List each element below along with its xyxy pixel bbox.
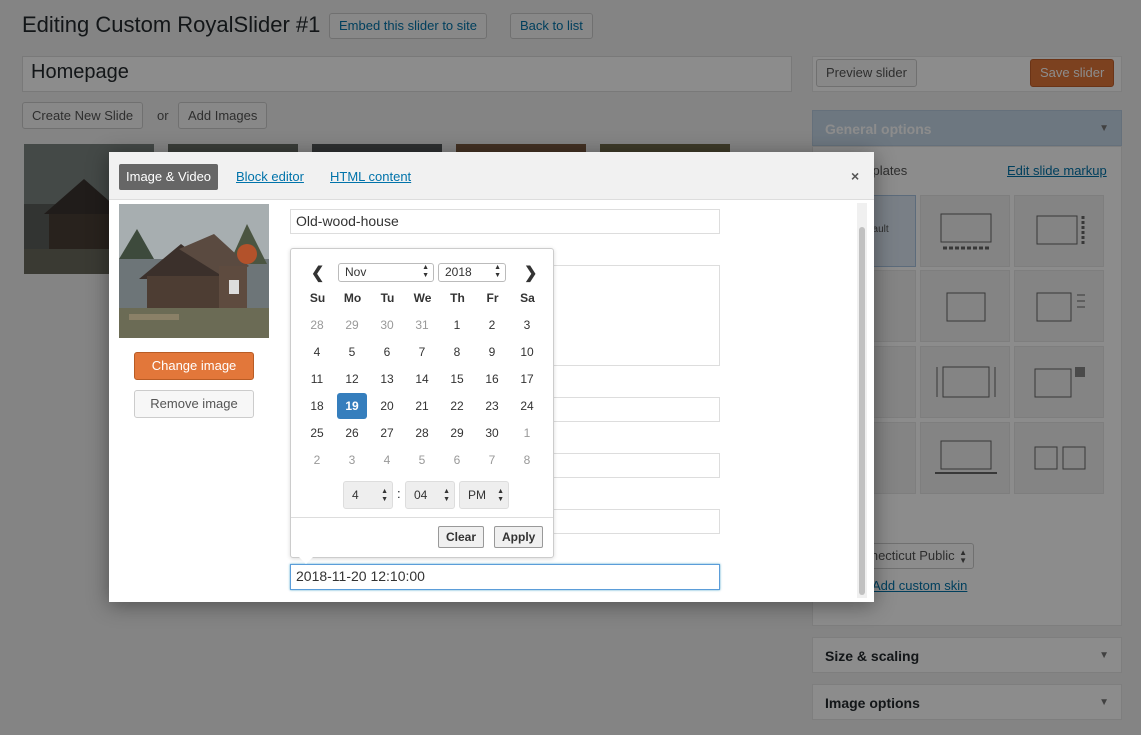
day-cell[interactable]: 17: [512, 366, 542, 392]
select-arrows-icon: ▲ ▼: [497, 488, 504, 503]
day-cell[interactable]: 4: [302, 339, 332, 365]
day-cell[interactable]: 28: [302, 312, 332, 338]
year-select-value: 2018: [445, 265, 472, 279]
slide-image-preview: [119, 204, 269, 338]
clear-button[interactable]: Clear: [438, 526, 485, 548]
day-cell-selected[interactable]: 19: [337, 393, 367, 419]
day-cell[interactable]: 25: [302, 420, 332, 446]
select-arrows-icon: ▲ ▼: [494, 264, 501, 279]
tab-block-editor[interactable]: Block editor: [236, 164, 304, 190]
minute-select[interactable]: 04 ▲ ▼: [405, 481, 455, 509]
month-select[interactable]: Nov ▲ ▼: [338, 263, 434, 282]
slide-title-input[interactable]: Old-wood-house: [290, 209, 720, 234]
weekday-label: We: [413, 291, 432, 305]
day-cell[interactable]: 15: [442, 366, 472, 392]
day-cell[interactable]: 9: [477, 339, 507, 365]
ampm-select-value: PM: [468, 488, 486, 502]
weekday-label: Sa: [520, 291, 535, 305]
day-cell[interactable]: 28: [407, 420, 437, 446]
day-cell[interactable]: 24: [512, 393, 542, 419]
hour-select-value: 4: [352, 488, 359, 502]
day-cell[interactable]: 5: [337, 339, 367, 365]
day-cell[interactable]: 6: [442, 447, 472, 473]
next-month-icon[interactable]: ❯: [524, 263, 537, 283]
day-cell[interactable]: 6: [372, 339, 402, 365]
day-cell[interactable]: 8: [512, 447, 542, 473]
day-cell[interactable]: 10: [512, 339, 542, 365]
day-cell[interactable]: 3: [337, 447, 367, 473]
month-select-value: Nov: [345, 265, 367, 279]
select-arrows-icon: ▲ ▼: [381, 488, 388, 503]
day-cell[interactable]: 12: [337, 366, 367, 392]
time-separator: :: [397, 486, 401, 501]
day-cell[interactable]: 1: [442, 312, 472, 338]
weekday-label: Tu: [380, 291, 395, 305]
modal-tab-bar: Image & Video Block editor HTML content …: [109, 152, 874, 200]
day-cell[interactable]: 8: [442, 339, 472, 365]
day-cell[interactable]: 22: [442, 393, 472, 419]
day-cell[interactable]: 23: [477, 393, 507, 419]
day-cell[interactable]: 4: [372, 447, 402, 473]
day-cell[interactable]: 5: [407, 447, 437, 473]
day-cell[interactable]: 2: [302, 447, 332, 473]
day-cell[interactable]: 21: [407, 393, 437, 419]
day-cell[interactable]: 27: [372, 420, 402, 446]
hour-select[interactable]: 4 ▲ ▼: [343, 481, 393, 509]
remove-image-button[interactable]: Remove image: [134, 390, 254, 418]
ampm-select[interactable]: PM ▲ ▼: [459, 481, 509, 509]
year-select[interactable]: 2018 ▲ ▼: [438, 263, 506, 282]
select-arrows-icon: ▲ ▼: [422, 264, 429, 279]
day-cell[interactable]: 18: [302, 393, 332, 419]
day-cell[interactable]: 1: [512, 420, 542, 446]
prev-month-icon[interactable]: ❮: [311, 263, 324, 283]
day-cell[interactable]: 16: [477, 366, 507, 392]
day-cell[interactable]: 26: [337, 420, 367, 446]
day-cell[interactable]: 3: [512, 312, 542, 338]
select-arrows-icon: ▲ ▼: [443, 488, 450, 503]
tab-image-video[interactable]: Image & Video: [119, 164, 219, 190]
weekday-label: Mo: [343, 291, 362, 305]
apply-button[interactable]: Apply: [494, 526, 544, 548]
weekday-label: Su: [309, 291, 326, 305]
tab-html-content[interactable]: HTML content: [330, 164, 411, 190]
weekday-label: Th: [450, 291, 465, 305]
day-cell[interactable]: 11: [302, 366, 332, 392]
day-cell[interactable]: 31: [407, 312, 437, 338]
change-image-button[interactable]: Change image: [134, 352, 254, 380]
day-cell[interactable]: 14: [407, 366, 437, 392]
date-picker-divider: [291, 517, 553, 518]
day-cell[interactable]: 29: [337, 312, 367, 338]
day-cell[interactable]: 30: [477, 420, 507, 446]
date-picker: ❮ Nov ▲ ▼ 2018 ▲ ▼ ❯ Su Mo Tu We Th Fr Sa 28 29 30…: [290, 248, 554, 558]
minute-select-value: 04: [414, 488, 428, 502]
weekday-label: Fr: [486, 291, 499, 305]
day-cell[interactable]: 30: [372, 312, 402, 338]
day-cell[interactable]: 13: [372, 366, 402, 392]
day-cell[interactable]: 20: [372, 393, 402, 419]
day-cell[interactable]: 29: [442, 420, 472, 446]
day-cell[interactable]: 7: [407, 339, 437, 365]
close-icon[interactable]: ×: [851, 168, 859, 184]
modal-scroll-thumb[interactable]: [859, 227, 865, 595]
date-input[interactable]: 2018-11-20 12:10:00: [290, 564, 720, 590]
day-cell[interactable]: 7: [477, 447, 507, 473]
day-cell[interactable]: 2: [477, 312, 507, 338]
date-picker-caret: [298, 556, 314, 564]
